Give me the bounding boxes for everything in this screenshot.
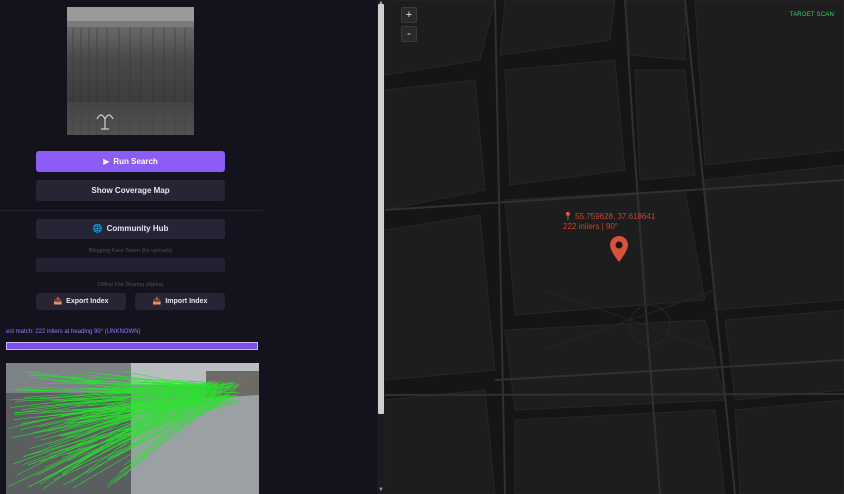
show-coverage-map-button[interactable]: Show Coverage Map: [36, 180, 225, 201]
export-label: Export Index: [66, 298, 109, 305]
zoom-in-button[interactable]: +: [401, 7, 417, 23]
feature-match-visualization: [6, 363, 259, 494]
marker-popup: 📍 55.759628, 37.618641 222 inliers | 90°: [563, 212, 655, 232]
progress-bar: [6, 342, 258, 350]
coverage-label: Show Coverage Map: [91, 186, 170, 195]
target-scan-label: TARGET SCAN: [789, 12, 834, 18]
token-input[interactable]: [36, 258, 225, 272]
import-label: Import Index: [165, 298, 208, 305]
query-image: [67, 7, 194, 135]
import-index-button[interactable]: 📥 Import Index: [135, 293, 225, 310]
run-search-label: Run Search: [113, 157, 158, 166]
offline-caption: Offline File Sharing (Alpha): [97, 282, 164, 288]
community-hub-button[interactable]: 🌐 Community Hub: [36, 219, 225, 239]
map-view[interactable]: + - TARGET SCAN 📍 55.759628, 37.618641 2…: [385, 0, 844, 494]
globe-icon: 🌐: [92, 224, 103, 233]
app-window: ▶ Run Search Show Coverage Map 🌐 Community…: [0, 0, 844, 494]
query-image-content: [67, 7, 194, 135]
control-panel: ▶ Run Search Show Coverage Map 🌐 Community…: [0, 0, 377, 494]
scroll-down-icon[interactable]: ▼: [378, 487, 384, 493]
inbox-tray-icon: 📥: [53, 298, 63, 305]
scroll-thumb[interactable]: [378, 4, 384, 414]
inbox-tray-icon: 📥: [152, 298, 162, 305]
marker-coordinates: 📍 55.759628, 37.618641: [563, 212, 656, 221]
run-search-button[interactable]: ▶ Run Search: [36, 151, 225, 172]
export-index-button[interactable]: 📥 Export Index: [36, 293, 126, 310]
marker-inliers: 222 inliers | 90°: [563, 222, 619, 231]
progress-fill: [7, 343, 257, 349]
panel-scrollbar[interactable]: ▲ ▼: [377, 0, 385, 494]
community-label: Community Hub: [106, 224, 169, 233]
feature-match-image: [6, 363, 259, 494]
section-divider: [0, 210, 263, 211]
match-status-text: est match: 222 inliers at heading 90° (U…: [6, 329, 141, 335]
location-pin-icon[interactable]: [610, 236, 628, 267]
token-caption: Blogging Face Token (for uploads): [88, 248, 173, 254]
zoom-out-button[interactable]: -: [401, 26, 417, 42]
play-icon: ▶: [103, 157, 110, 166]
